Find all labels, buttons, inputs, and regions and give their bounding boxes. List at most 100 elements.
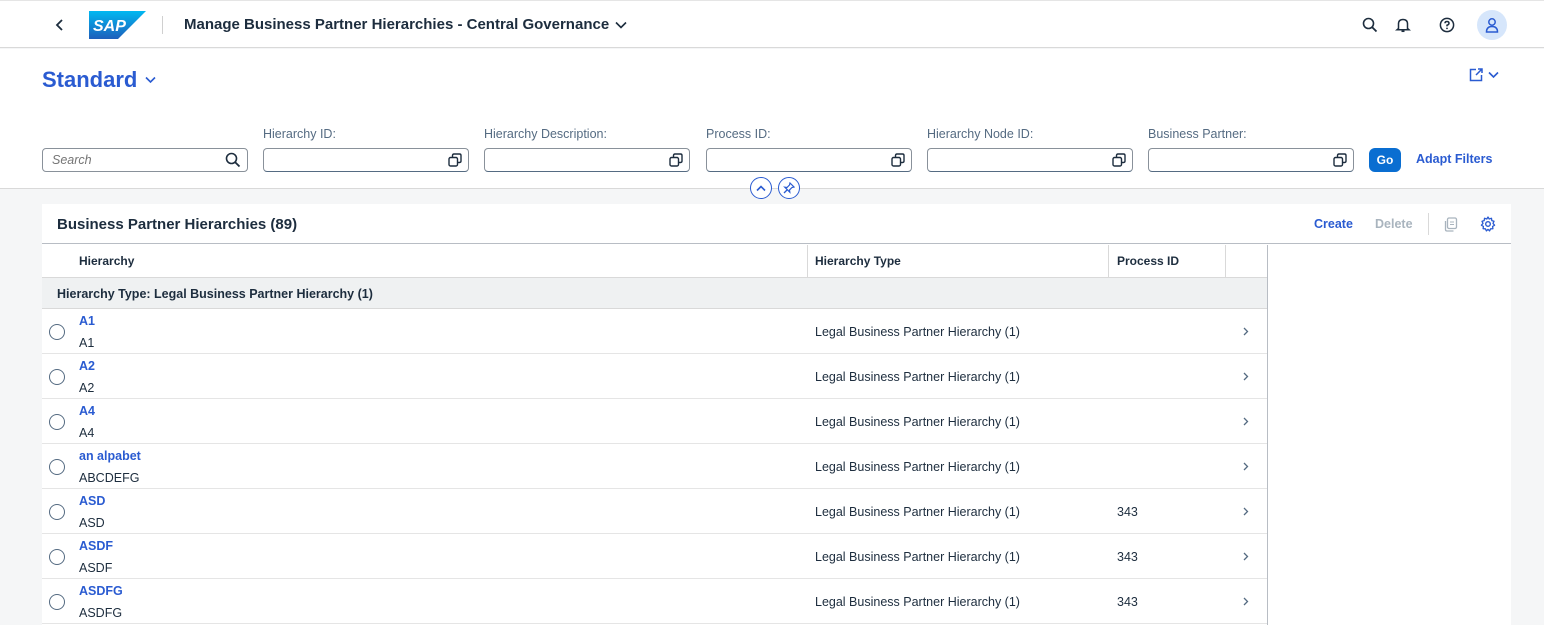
help-button[interactable] bbox=[1436, 14, 1458, 36]
navigation-arrow-icon[interactable] bbox=[1240, 593, 1252, 609]
table-row[interactable]: an alpabet ABCDEFG Legal Business Partne… bbox=[42, 444, 1267, 489]
filter-label-hierarchy-node-id: Hierarchy Node ID: bbox=[927, 127, 1034, 141]
chevron-up-icon bbox=[756, 184, 766, 191]
filter-header: Standard Hierarchy ID: Hierarchy Descrip… bbox=[0, 49, 1544, 199]
hierarchy-type-cell: Legal Business Partner Hierarchy (1) bbox=[815, 595, 1020, 609]
pin-icon bbox=[783, 182, 795, 194]
filter-label-business-partner: Business Partner: bbox=[1148, 127, 1247, 141]
toolbar-separator bbox=[1428, 213, 1429, 235]
share-button[interactable] bbox=[1468, 67, 1499, 83]
notifications-button[interactable] bbox=[1392, 14, 1414, 36]
share-icon bbox=[1469, 68, 1483, 82]
navigation-arrow-icon[interactable] bbox=[1240, 458, 1252, 474]
row-select-radio[interactable] bbox=[49, 504, 65, 520]
hierarchy-node-id-input[interactable] bbox=[927, 148, 1133, 172]
table-toolbar: Business Partner Hierarchies (89) Create… bbox=[42, 204, 1511, 244]
group-header-label: Hierarchy Type: Legal Business Partner H… bbox=[57, 287, 373, 301]
value-help-icon[interactable] bbox=[1112, 153, 1126, 167]
row-select-radio[interactable] bbox=[49, 594, 65, 610]
value-help-icon[interactable] bbox=[669, 153, 683, 167]
table-row[interactable]: A4 A4 Legal Business Partner Hierarchy (… bbox=[42, 399, 1267, 444]
search-field[interactable] bbox=[42, 148, 248, 172]
table-row[interactable]: ASDFG ASDFG Legal Business Partner Hiera… bbox=[42, 579, 1267, 624]
hierarchy-name-link[interactable]: A4 bbox=[79, 404, 95, 418]
hierarchy-description: ASD bbox=[79, 516, 105, 530]
filter-label-hierarchy-description: Hierarchy Description: bbox=[484, 127, 607, 141]
variant-selector[interactable]: Standard bbox=[42, 67, 156, 93]
adapt-filters-button[interactable]: Adapt Filters bbox=[1416, 152, 1492, 166]
table-right-border bbox=[1267, 245, 1268, 625]
shell-bar: SAP Manage Business Partner Hierarchies … bbox=[0, 0, 1544, 48]
table-row[interactable]: A1 A1 Legal Business Partner Hierarchy (… bbox=[42, 309, 1267, 354]
copy-button[interactable] bbox=[1443, 216, 1459, 232]
column-separator bbox=[807, 245, 808, 278]
settings-button[interactable] bbox=[1480, 216, 1496, 232]
row-select-radio[interactable] bbox=[49, 459, 65, 475]
filter-label-process-id: Process ID: bbox=[706, 127, 771, 141]
chevron-down-icon bbox=[615, 21, 627, 29]
navigation-arrow-icon[interactable] bbox=[1240, 548, 1252, 564]
row-select-radio[interactable] bbox=[49, 369, 65, 385]
group-header-row[interactable]: Hierarchy Type: Legal Business Partner H… bbox=[42, 278, 1267, 309]
process-id-cell: 343 bbox=[1117, 550, 1138, 564]
row-select-radio[interactable] bbox=[49, 414, 65, 430]
back-button[interactable] bbox=[50, 14, 70, 36]
user-avatar[interactable] bbox=[1477, 10, 1507, 40]
hierarchy-type-cell: Legal Business Partner Hierarchy (1) bbox=[815, 550, 1020, 564]
create-button[interactable]: Create bbox=[1314, 217, 1353, 231]
hierarchy-description: A4 bbox=[79, 426, 95, 440]
hierarchy-type-cell: Legal Business Partner Hierarchy (1) bbox=[815, 370, 1020, 384]
hierarchy-type-cell: Legal Business Partner Hierarchy (1) bbox=[815, 505, 1020, 519]
hierarchy-name-link[interactable]: ASDFG bbox=[79, 584, 123, 598]
value-help-icon[interactable] bbox=[891, 153, 905, 167]
process-id-input[interactable] bbox=[706, 148, 912, 172]
app-title-menu[interactable]: Manage Business Partner Hierarchies - Ce… bbox=[184, 16, 627, 33]
hierarchies-table-panel: Business Partner Hierarchies (89) Create… bbox=[42, 204, 1511, 625]
hierarchy-name-link[interactable]: A2 bbox=[79, 359, 95, 373]
back-icon bbox=[55, 19, 63, 31]
table-row[interactable]: ASD ASD Legal Business Partner Hierarchy… bbox=[42, 489, 1267, 534]
gear-icon bbox=[1480, 216, 1496, 232]
hierarchy-name-link[interactable]: ASD bbox=[79, 494, 105, 508]
chevron-down-icon bbox=[145, 76, 156, 84]
hierarchy-description: A2 bbox=[79, 381, 95, 395]
hierarchy-description-input[interactable] bbox=[484, 148, 690, 172]
value-help-icon[interactable] bbox=[448, 153, 462, 167]
value-help-icon[interactable] bbox=[1333, 153, 1347, 167]
delete-button[interactable]: Delete bbox=[1375, 217, 1413, 231]
navigation-arrow-icon[interactable] bbox=[1240, 413, 1252, 429]
column-header-process-id[interactable]: Process ID bbox=[1117, 254, 1179, 268]
navigation-arrow-icon[interactable] bbox=[1240, 368, 1252, 384]
table-row[interactable]: ASDF ASDF Legal Business Partner Hierarc… bbox=[42, 534, 1267, 579]
filter-label-hierarchy-id: Hierarchy ID: bbox=[263, 127, 336, 141]
sap-logo: SAP bbox=[89, 11, 146, 44]
navigation-arrow-icon[interactable] bbox=[1240, 323, 1252, 339]
pin-header-button[interactable] bbox=[778, 177, 800, 199]
column-header-hierarchy[interactable]: Hierarchy bbox=[79, 254, 134, 268]
table-column-header: Hierarchy Hierarchy Type Process ID bbox=[42, 245, 1267, 278]
hierarchy-id-input[interactable] bbox=[263, 148, 469, 172]
hierarchy-type-cell: Legal Business Partner Hierarchy (1) bbox=[815, 325, 1020, 339]
row-select-radio[interactable] bbox=[49, 549, 65, 565]
hierarchy-name-link[interactable]: ASDF bbox=[79, 539, 113, 553]
collapse-header-button[interactable] bbox=[750, 177, 772, 199]
shell-search-button[interactable] bbox=[1359, 14, 1381, 36]
search-icon[interactable] bbox=[225, 152, 241, 168]
process-id-cell: 343 bbox=[1117, 505, 1138, 519]
table-row[interactable]: A2 A2 Legal Business Partner Hierarchy (… bbox=[42, 354, 1267, 399]
hierarchy-name-link[interactable]: A1 bbox=[79, 314, 95, 328]
business-partner-input[interactable] bbox=[1148, 148, 1354, 172]
bell-icon bbox=[1395, 18, 1411, 33]
search-input[interactable] bbox=[52, 153, 212, 167]
go-button[interactable]: Go bbox=[1369, 148, 1401, 172]
help-icon bbox=[1439, 17, 1455, 33]
row-select-radio[interactable] bbox=[49, 324, 65, 340]
column-header-hierarchy-type[interactable]: Hierarchy Type bbox=[815, 254, 901, 268]
hierarchy-description: ASDFG bbox=[79, 606, 123, 620]
hierarchy-description: A1 bbox=[79, 336, 95, 350]
hierarchy-description: ABCDEFG bbox=[79, 471, 140, 485]
table-rows: A1 A1 Legal Business Partner Hierarchy (… bbox=[42, 309, 1267, 624]
column-separator bbox=[1108, 245, 1109, 278]
navigation-arrow-icon[interactable] bbox=[1240, 503, 1252, 519]
hierarchy-name-link[interactable]: an alpabet bbox=[79, 449, 141, 463]
